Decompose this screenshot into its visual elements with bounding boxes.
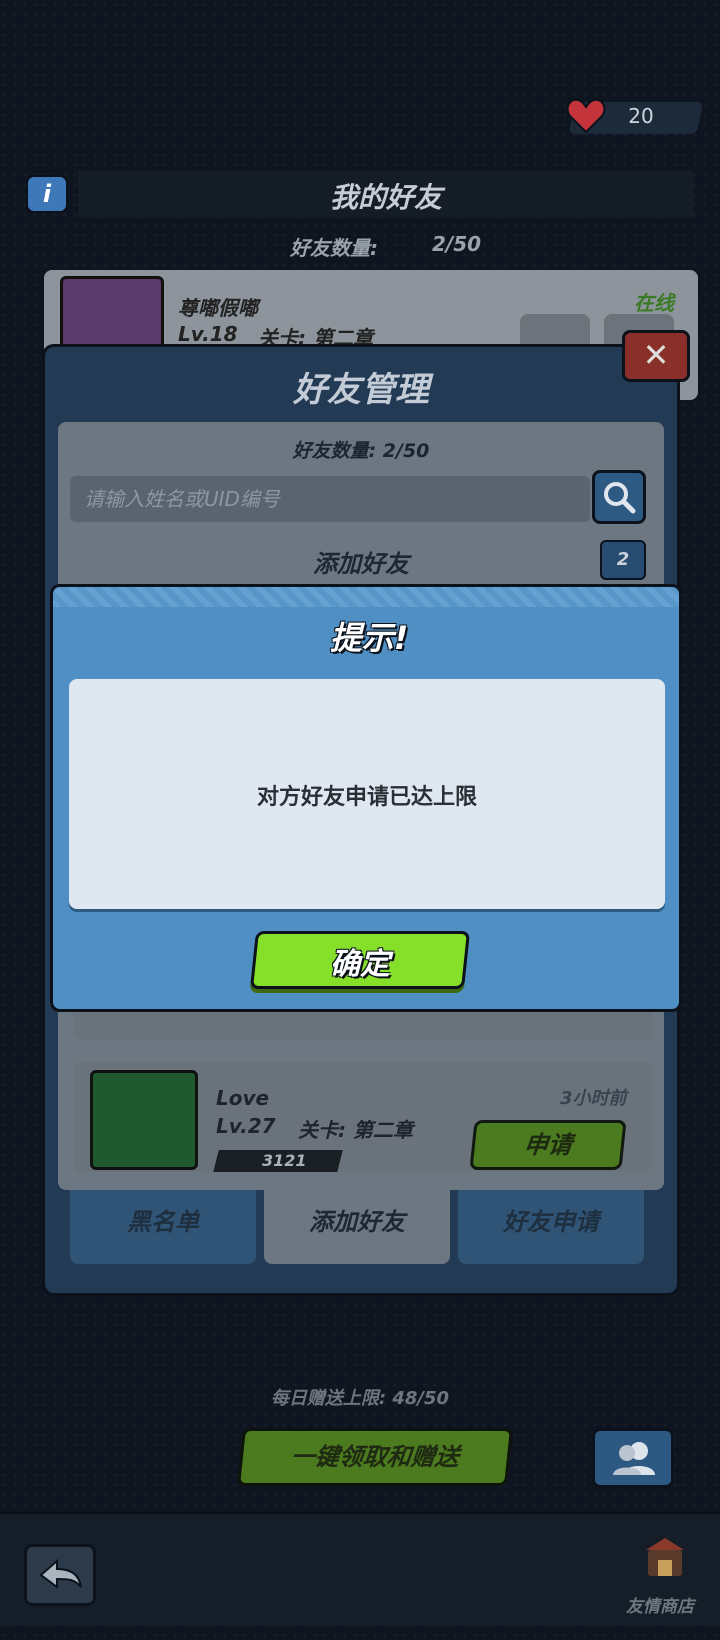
manage-panel-title: 好友管理 (293, 370, 429, 410)
recommend-avatar (90, 1070, 198, 1170)
recommend-stage: 关卡: 第二章 (298, 1118, 413, 1142)
search-button[interactable] (592, 470, 646, 524)
friend-status: 在线 (634, 291, 674, 315)
heart-icon (566, 98, 606, 134)
friends-list-button[interactable] (592, 1428, 674, 1488)
people-icon (613, 1442, 655, 1475)
one-key-claim-send-button[interactable]: 一键领取和赠送 (236, 1428, 514, 1486)
page-title: 我的好友 (329, 181, 442, 214)
tab-blacklist[interactable]: 黑名单 (70, 1190, 256, 1264)
shop-icon[interactable] (640, 1532, 690, 1582)
refresh-button[interactable]: 2 (600, 540, 646, 580)
close-button[interactable]: ✕ (622, 330, 690, 382)
friendship-shop-label[interactable]: 友情商店 (626, 1592, 694, 1617)
apply-button[interactable]: 申请 (469, 1120, 627, 1170)
back-arrow-icon (39, 1558, 82, 1589)
tab-add-friend[interactable]: 添加好友 (264, 1190, 450, 1264)
add-friend-section-title: 添加好友 (313, 550, 409, 578)
prompt-dialog: 提示! 对方好友申请已达上限 确定 (50, 584, 682, 1012)
uid-search-input[interactable] (70, 476, 590, 522)
back-button[interactable] (24, 1544, 96, 1606)
friend-level: Lv.18 (178, 322, 238, 346)
confirm-button-label[interactable]: 确定 (253, 939, 467, 983)
tab-friend-requests[interactable]: 好友申请 (458, 1190, 644, 1264)
bottom-bar (0, 1512, 720, 1626)
daily-gift-limit: 每日赠送上限: 48/50 (270, 1388, 450, 1409)
recommend-time: 3小时前 (560, 1088, 627, 1109)
heart-count: 20 (628, 104, 654, 128)
manage-friend-count: 好友数量: 2/50 (292, 440, 430, 462)
friend-count-value: 2/50 (432, 232, 482, 256)
friend-name: 尊嘟假嘟 (178, 296, 258, 320)
dialog-message: 对方好友申请已达上限 (256, 785, 477, 810)
dialog-title: 提示! (329, 619, 409, 657)
info-button[interactable]: i (26, 175, 68, 213)
recommend-name: Love (216, 1086, 270, 1110)
recommend-level: Lv.27 (216, 1114, 276, 1138)
dialog-header-pattern (53, 587, 679, 607)
recommend-power: 3121 (262, 1151, 307, 1170)
search-icon (604, 482, 636, 514)
friend-count-label: 好友数量: (290, 236, 378, 260)
